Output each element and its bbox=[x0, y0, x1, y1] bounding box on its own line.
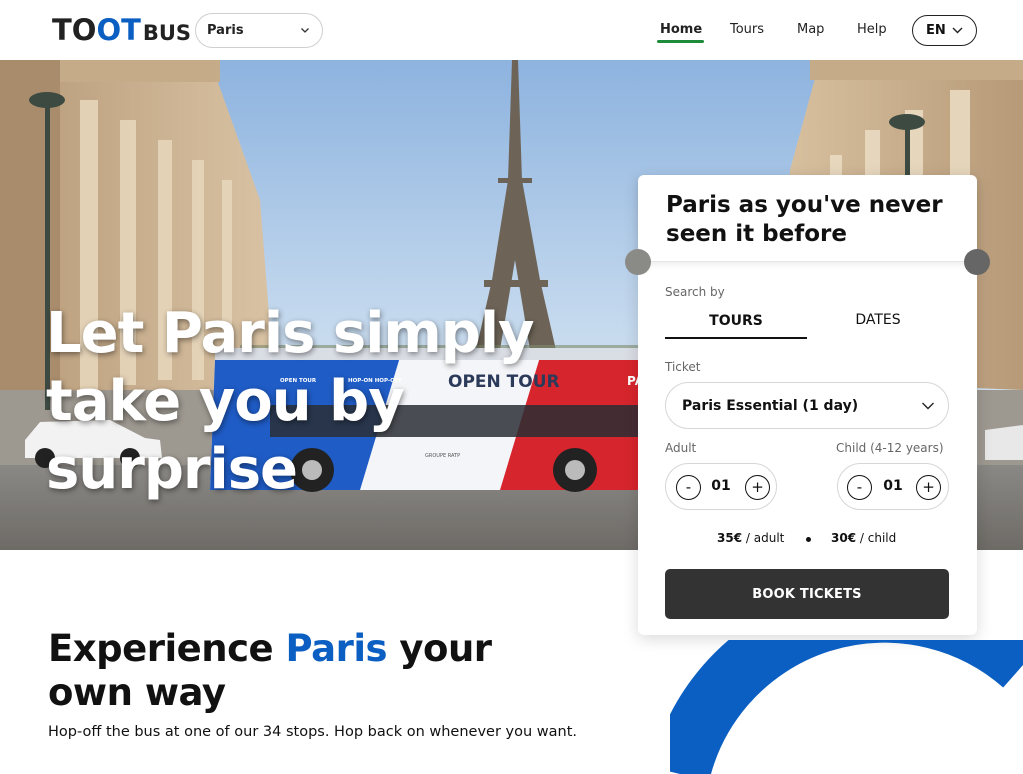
adult-quantity-stepper: - 01 + bbox=[665, 463, 777, 510]
hero-headline-line-1: Let Paris simply bbox=[46, 301, 535, 366]
hero-headline: Let Paris simply take you by surprise bbox=[46, 300, 566, 504]
section-subtitle: Hop-off the bus at one of our 34 stops. … bbox=[48, 724, 578, 740]
child-minus-button[interactable]: - bbox=[847, 475, 872, 500]
section-headline: Experience Paris your own way bbox=[48, 627, 492, 714]
nav-map[interactable]: Map bbox=[797, 22, 824, 37]
tab-tours[interactable]: TOURS bbox=[665, 313, 807, 329]
ticket-notch-right bbox=[964, 249, 990, 275]
adult-price: 35€ / adult bbox=[717, 531, 785, 545]
adult-label: Adult bbox=[665, 441, 697, 455]
decorative-blue-arc bbox=[670, 640, 1023, 774]
hero-headline-line-3: surprise bbox=[46, 437, 298, 502]
ticket-select[interactable]: Paris Essential (1 day) bbox=[665, 382, 949, 429]
nav-active-indicator bbox=[657, 40, 704, 43]
price-separator-dot bbox=[806, 537, 811, 542]
language-value: EN bbox=[926, 23, 946, 38]
ticket-select-value: Paris Essential (1 day) bbox=[682, 397, 859, 414]
booking-card: Paris as you've never seen it before Sea… bbox=[625, 175, 990, 635]
tab-dates[interactable]: DATES bbox=[808, 312, 948, 328]
adult-plus-button[interactable]: + bbox=[745, 475, 770, 500]
ticket-label: Ticket bbox=[665, 360, 701, 374]
city-select[interactable]: Paris bbox=[195, 13, 323, 48]
chevron-down-icon bbox=[922, 402, 934, 410]
child-price: 30€ / child bbox=[831, 531, 897, 545]
child-quantity-stepper: - 01 + bbox=[837, 463, 949, 510]
child-label: Child (4-12 years) bbox=[836, 441, 944, 455]
nav-help[interactable]: Help bbox=[857, 22, 887, 37]
city-select-value: Paris bbox=[207, 23, 244, 38]
tab-active-indicator bbox=[665, 337, 807, 339]
adult-minus-button[interactable]: - bbox=[676, 475, 701, 500]
search-by-label: Search by bbox=[665, 285, 725, 299]
language-select[interactable]: EN bbox=[912, 15, 977, 46]
logo-wordmark: TOOT bbox=[52, 13, 141, 47]
ticket-notch-left bbox=[625, 249, 651, 275]
booking-card-title: Paris as you've never seen it before bbox=[666, 192, 943, 247]
child-plus-button[interactable]: + bbox=[916, 475, 941, 500]
chevron-down-icon bbox=[301, 28, 309, 33]
hero-headline-line-2: take you by bbox=[46, 369, 405, 434]
adult-quantity-value: 01 bbox=[711, 478, 731, 494]
child-quantity-value: 01 bbox=[883, 478, 903, 494]
site-header: TOOT BUS Paris Home Tours Map Help EN bbox=[0, 0, 1023, 60]
book-tickets-button[interactable]: BOOK TICKETS bbox=[665, 569, 949, 619]
tootbus-logo[interactable]: TOOT BUS bbox=[52, 14, 191, 46]
booking-card-header: Paris as you've never seen it before bbox=[638, 175, 977, 262]
chevron-down-icon bbox=[952, 27, 963, 34]
nav-tours[interactable]: Tours bbox=[730, 22, 764, 37]
nav-home[interactable]: Home bbox=[660, 22, 702, 37]
logo-suffix: BUS bbox=[142, 21, 192, 45]
